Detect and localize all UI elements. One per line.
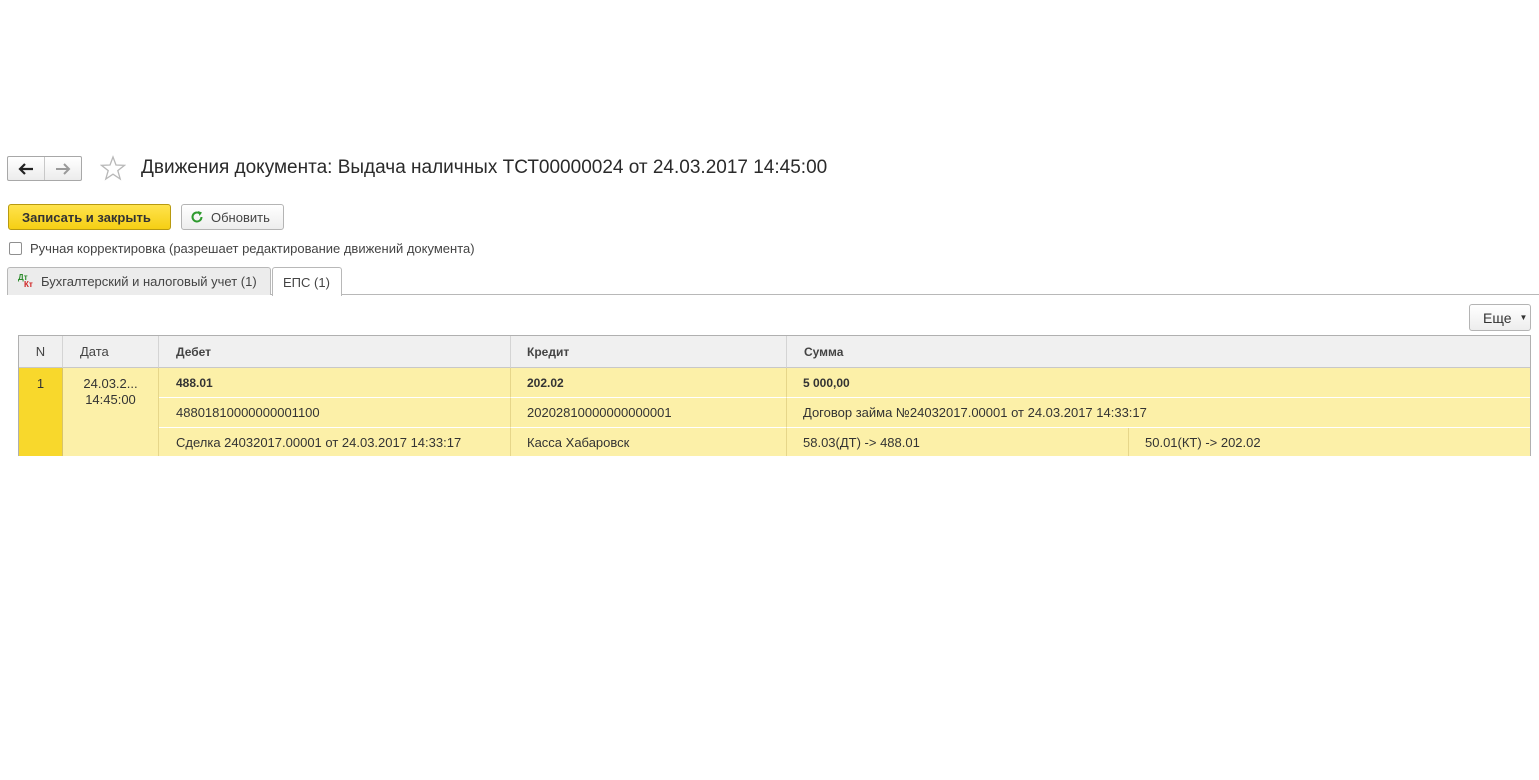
row-kt-mapping[interactable]: 50.01(КТ) -> 202.02 xyxy=(1129,428,1530,456)
row-debit-subconto[interactable]: Сделка 24032017.00001 от 24.03.2017 14:3… xyxy=(159,428,511,456)
row-debit-code[interactable]: 48801810000000001100 xyxy=(159,398,511,428)
row-date-cell[interactable]: 24.03.2... 14:45:00 xyxy=(63,368,159,456)
arrow-right-icon xyxy=(56,162,71,175)
back-button[interactable] xyxy=(8,157,44,180)
row-number[interactable]: 1 xyxy=(19,368,63,456)
row-dt-mapping[interactable]: 58.03(ДТ) -> 488.01 xyxy=(787,428,1129,456)
refresh-icon xyxy=(191,211,203,223)
manual-edit-checkbox[interactable] xyxy=(9,242,22,255)
chevron-down-icon: ▼ xyxy=(1519,313,1528,322)
row-credit-code[interactable]: 20202810000000000001 xyxy=(511,398,787,428)
arrow-left-icon xyxy=(18,162,33,175)
column-header-sum[interactable]: Сумма xyxy=(787,336,1530,368)
more-button[interactable]: Еще ▼ xyxy=(1469,304,1531,331)
tab-eps[interactable]: ЕПС (1) xyxy=(272,267,342,296)
row-sum[interactable]: 5 000,00 xyxy=(787,368,1530,398)
refresh-button[interactable]: Обновить xyxy=(181,204,284,230)
save-and-close-button[interactable]: Записать и закрыть xyxy=(8,204,171,230)
tab-accounting[interactable]: Дт Кт Бухгалтерский и налоговый учет (1) xyxy=(7,267,271,295)
row-contract[interactable]: Договор займа №24032017.00001 от 24.03.2… xyxy=(787,398,1530,428)
row-debit-account[interactable]: 488.01 xyxy=(159,368,511,398)
row-credit-subconto[interactable]: Касса Хабаровск xyxy=(511,428,787,456)
refresh-label: Обновить xyxy=(211,209,270,225)
page-title: Движения документа: Выдача наличных ТСТ0… xyxy=(141,157,828,178)
movements-table: N Дата Дебет Кредит Сумма 1 24.03.2... 1… xyxy=(18,335,1531,456)
manual-edit-row: Ручная корректировка (разрешает редактир… xyxy=(9,241,475,256)
tab-accounting-label: Бухгалтерский и налоговый учет (1) xyxy=(41,274,257,289)
row-date: 24.03.2... xyxy=(83,376,138,391)
tab-eps-label: ЕПС (1) xyxy=(283,274,330,290)
nav-buttons xyxy=(7,156,82,181)
dt-kt-icon: Дт Кт xyxy=(18,272,33,289)
column-header-debit[interactable]: Дебет xyxy=(159,336,511,368)
forward-button[interactable] xyxy=(44,157,81,180)
more-label: Еще xyxy=(1483,309,1512,326)
star-icon xyxy=(99,155,127,181)
column-header-credit[interactable]: Кредит xyxy=(511,336,787,368)
column-header-n[interactable]: N xyxy=(19,336,63,368)
column-header-date[interactable]: Дата xyxy=(63,336,159,368)
manual-edit-label[interactable]: Ручная корректировка (разрешает редактир… xyxy=(30,241,475,256)
row-credit-account[interactable]: 202.02 xyxy=(511,368,787,398)
favorite-button[interactable] xyxy=(99,155,127,184)
row-time: 14:45:00 xyxy=(85,392,136,407)
